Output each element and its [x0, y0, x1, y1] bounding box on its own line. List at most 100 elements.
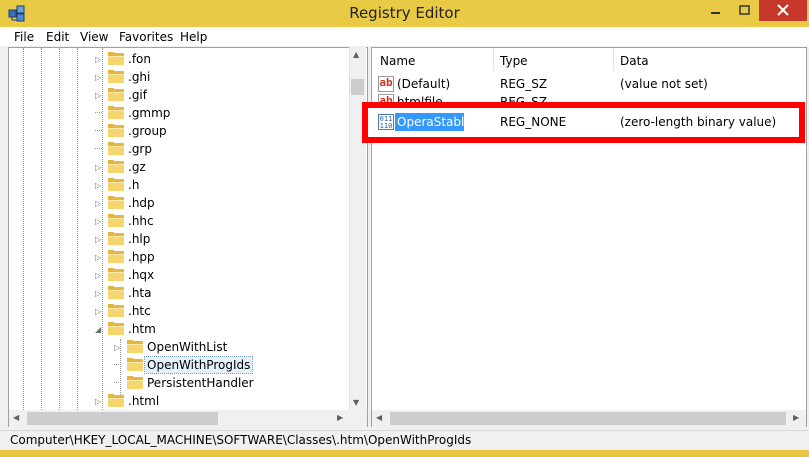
tree-item[interactable]: OpenWithProgIds: [0, 356, 349, 374]
value-name[interactable]: (Default): [397, 77, 450, 91]
string-value-icon: ab: [378, 76, 394, 92]
tree-item-label: .hqx: [128, 268, 155, 282]
folder-icon: [127, 340, 143, 353]
menu-file[interactable]: File: [14, 30, 34, 44]
tree-item-label: .htm: [128, 322, 156, 336]
folder-icon: [108, 178, 124, 191]
expand-arrow-icon[interactable]: ▷: [95, 181, 104, 190]
tree-item-label: .hpp: [128, 250, 155, 264]
scroll-right-icon[interactable]: ▶: [793, 413, 799, 422]
folder-icon: [108, 88, 124, 101]
menu-help[interactable]: Help: [180, 30, 207, 44]
folder-icon: [108, 196, 124, 209]
collapse-arrow-icon[interactable]: ◢: [95, 325, 104, 334]
folder-icon: [108, 160, 124, 173]
scroll-right-icon[interactable]: ▶: [337, 413, 343, 422]
folder-icon: [108, 322, 124, 335]
column-separator[interactable]: [493, 48, 494, 71]
tree-item[interactable]: .grp: [0, 140, 349, 158]
window-title: Registry Editor: [349, 4, 460, 22]
expand-arrow-icon[interactable]: ▷: [95, 397, 104, 406]
tree-connector: [114, 378, 121, 383]
expand-arrow-icon[interactable]: ▷: [95, 73, 104, 82]
tree-item[interactable]: ▷ .h: [0, 176, 349, 194]
minimize-icon: [711, 12, 720, 14]
menu-view[interactable]: View: [80, 30, 108, 44]
expand-arrow-icon[interactable]: ▷: [95, 55, 104, 64]
tree-item[interactable]: ◢ .htm: [0, 320, 349, 338]
scroll-left-icon[interactable]: ◀: [376, 413, 382, 422]
value-type: REG_NONE: [500, 115, 567, 129]
tree-item[interactable]: PersistentHandler: [0, 374, 349, 392]
tree-item[interactable]: ▷ .gz: [0, 158, 349, 176]
tree-item-label: .htc: [128, 304, 151, 318]
folder-icon: [108, 124, 124, 137]
value-data: (value not set): [620, 77, 708, 91]
folder-icon: [108, 52, 124, 65]
value-type: REG_SZ: [500, 77, 548, 91]
menu-edit[interactable]: Edit: [46, 30, 69, 44]
tree-item[interactable]: ▷ .html: [0, 392, 349, 410]
maximize-icon: [739, 5, 750, 15]
expand-arrow-icon[interactable]: ▷: [95, 199, 104, 208]
maximize-button[interactable]: [732, 0, 758, 21]
tree-item[interactable]: .group: [0, 122, 349, 140]
binary-value-icon: 011 110: [378, 114, 394, 130]
expand-arrow-icon[interactable]: ▷: [95, 163, 104, 172]
tree-item-label: OpenWithList: [147, 340, 228, 354]
expand-arrow-icon[interactable]: ▷: [95, 289, 104, 298]
scroll-up-icon[interactable]: ▲: [353, 50, 359, 59]
value-name-selected[interactable]: OperaStable: [397, 115, 472, 129]
expand-arrow-icon[interactable]: ▷: [114, 343, 123, 352]
scroll-left-icon[interactable]: ◀: [13, 413, 19, 422]
tree-item[interactable]: ▷ .hpp: [0, 248, 349, 266]
column-header-name[interactable]: Name: [380, 54, 415, 74]
tree-item-label: PersistentHandler: [147, 376, 254, 390]
expand-arrow-icon[interactable]: ▷: [95, 307, 104, 316]
tree-vertical-scroll-thumb[interactable]: [351, 79, 364, 95]
scroll-down-icon[interactable]: ▼: [353, 398, 359, 407]
tree-item-label: .hhc: [128, 214, 154, 228]
tree-item[interactable]: ▷ .hdp: [0, 194, 349, 212]
list-horizontal-scroll-thumb[interactable]: [390, 412, 786, 425]
tree-item-label: .gif: [128, 88, 147, 102]
tree-item[interactable]: ▷ .hhc: [0, 212, 349, 230]
column-separator[interactable]: [613, 48, 614, 71]
column-header-data[interactable]: Data: [620, 54, 649, 74]
tree-item[interactable]: ▷ .hqx: [0, 266, 349, 284]
expand-arrow-icon[interactable]: ▷: [95, 253, 104, 262]
tree-horizontal-scroll-thumb[interactable]: [27, 412, 218, 425]
tree-item-label: .group: [128, 124, 167, 138]
expand-arrow-icon[interactable]: ▷: [95, 235, 104, 244]
tree-item[interactable]: .gmmp: [0, 104, 349, 122]
tree-item-label: .ghi: [128, 70, 151, 84]
tree-item[interactable]: ▷ .htc: [0, 302, 349, 320]
scroll-corner: [349, 410, 367, 427]
tree-item-label: .fon: [128, 52, 151, 66]
tree-item[interactable]: ▷ .ghi: [0, 68, 349, 86]
column-header-type[interactable]: Type: [500, 54, 528, 74]
close-button[interactable]: [759, 0, 807, 21]
tree-item-label: .hlp: [128, 232, 151, 246]
tree-item-label: .html: [128, 394, 160, 408]
menu-favorites[interactable]: Favorites: [119, 30, 173, 44]
folder-icon: [108, 304, 124, 317]
tree-item[interactable]: ▷ .fon: [0, 50, 349, 68]
tree-item[interactable]: ▷ .hlp: [0, 230, 349, 248]
folder-icon: [108, 142, 124, 155]
tree-item-label: .gmmp: [128, 106, 171, 120]
expand-arrow-icon[interactable]: ▷: [95, 217, 104, 226]
expand-arrow-icon[interactable]: ▷: [95, 271, 104, 280]
tree-item-label: .hdp: [128, 196, 155, 210]
minimize-button[interactable]: [701, 0, 731, 21]
tree-connector: [95, 144, 102, 149]
tree-item-label: .hta: [128, 286, 152, 300]
tree-item[interactable]: ▷ .gif: [0, 86, 349, 104]
tree-item[interactable]: ▷ .hta: [0, 284, 349, 302]
folder-icon: [108, 70, 124, 83]
expand-arrow-icon[interactable]: ▷: [95, 91, 104, 100]
folder-icon: [108, 250, 124, 263]
tree-item[interactable]: ▷ OpenWithList: [0, 338, 349, 356]
status-path: Computer\HKEY_LOCAL_MACHINE\SOFTWARE\Cla…: [10, 433, 472, 447]
window-bottom-border: [0, 450, 809, 457]
